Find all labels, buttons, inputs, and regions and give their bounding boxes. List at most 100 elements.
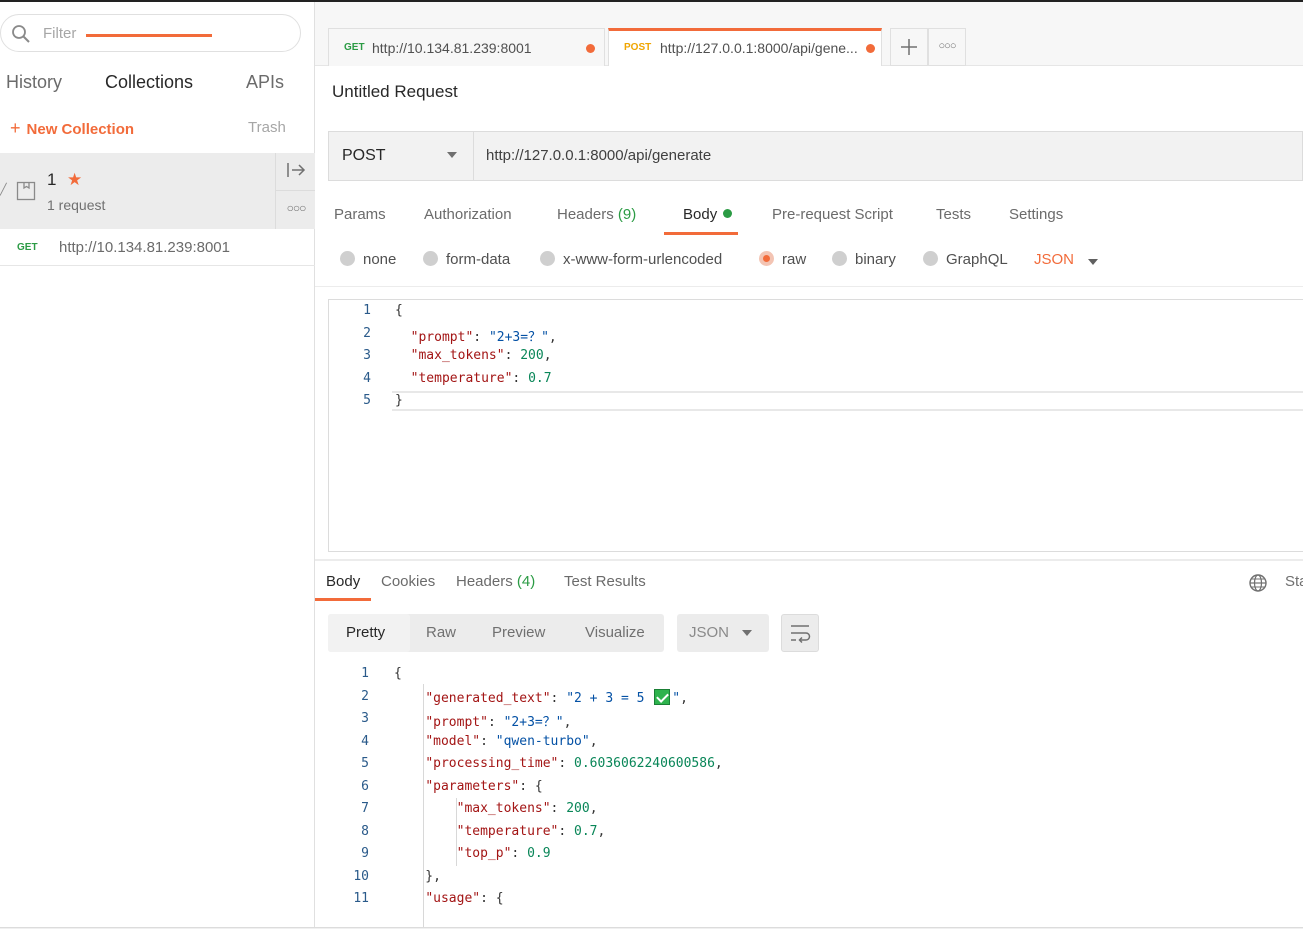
globe-icon[interactable] xyxy=(1248,573,1268,593)
body-indicator-dot-icon xyxy=(723,209,733,218)
unsaved-dot-icon xyxy=(866,44,875,53)
tab-prerequest-script[interactable]: Pre-request Script xyxy=(772,206,893,223)
request-tab-get[interactable]: GET http://10.134.81.239:8001 xyxy=(328,28,605,66)
code-token: }, xyxy=(394,868,441,884)
radio-graphql[interactable]: GraphQL xyxy=(923,251,1008,268)
tab-response-body[interactable]: Body xyxy=(326,573,360,590)
code-line: { xyxy=(395,303,403,318)
code-token: , xyxy=(680,690,688,706)
request-section-tabs: Params Authorization Headers (9) Body Pr… xyxy=(315,198,1303,238)
folder-icon xyxy=(16,181,36,201)
chevron-down-icon xyxy=(742,630,752,636)
tab-body-label: Body xyxy=(683,206,718,223)
code-token: : xyxy=(511,846,528,861)
code-line: }, xyxy=(394,869,441,884)
raw-format-select[interactable]: JSON xyxy=(1034,251,1074,268)
star-icon[interactable]: ★ xyxy=(67,170,82,190)
view-raw[interactable]: Raw xyxy=(426,624,456,641)
radio-binary[interactable]: binary xyxy=(832,251,896,268)
code-line: "parameters": { xyxy=(394,779,542,794)
tab-response-headers[interactable]: Headers (4) xyxy=(456,573,535,590)
code-token: 200 xyxy=(520,348,544,363)
headers-count: (9) xyxy=(617,206,637,223)
line-number: 9 xyxy=(361,846,369,861)
new-collection-label: New Collection xyxy=(26,121,135,138)
code-token: "generated_text" xyxy=(425,690,551,706)
radio-none[interactable]: none xyxy=(340,251,396,268)
radio-icon xyxy=(340,251,355,266)
code-token: : { xyxy=(480,891,504,906)
code-token: "processing_time" xyxy=(425,756,559,771)
request-tabs-bar: GET http://10.134.81.239:8001 POST http:… xyxy=(315,2,1303,66)
tab-response-cookies[interactable]: Cookies xyxy=(381,573,435,590)
code-token: , xyxy=(548,329,557,345)
line-number: 1 xyxy=(361,666,369,681)
response-headers-count: (4) xyxy=(516,573,536,590)
radio-label: binary xyxy=(855,251,896,268)
line-number: 4 xyxy=(363,370,371,386)
code-token: : xyxy=(504,348,521,363)
tab-headers[interactable]: Headers (9) xyxy=(557,206,636,223)
request-title[interactable]: Untitled Request xyxy=(332,82,458,102)
code-token: "2 + 3 = 5 xyxy=(566,690,653,706)
tab-body[interactable]: Body xyxy=(683,206,733,223)
tab-tests[interactable]: Tests xyxy=(936,206,971,223)
request-body-editor[interactable]: 1 {2 "prompt": "2+3=？", 3 "max_tokens": 20… xyxy=(328,299,1303,552)
line-number: 2 xyxy=(363,325,371,341)
tab-params[interactable]: Params xyxy=(334,206,386,223)
code-token: 0.7 xyxy=(528,370,552,386)
code-token: : xyxy=(480,733,496,749)
code-token: : xyxy=(550,801,567,816)
code-line: } xyxy=(395,393,403,408)
view-visualize[interactable]: Visualize xyxy=(585,624,645,641)
tab-history[interactable]: History xyxy=(6,72,62,93)
line-number: 6 xyxy=(361,778,369,794)
wrap-lines-button[interactable] xyxy=(781,614,819,652)
chevron-right-icon[interactable]: ╱ xyxy=(0,183,7,196)
tab-collections[interactable]: Collections xyxy=(105,72,193,93)
more-options-icon[interactable]: ○○○ xyxy=(276,191,316,229)
radio-icon xyxy=(540,251,555,266)
tab-apis[interactable]: APIs xyxy=(246,72,284,93)
radio-label: x-www-form-urlencoded xyxy=(563,251,723,268)
tab-authorization[interactable]: Authorization xyxy=(424,206,512,223)
url-input[interactable]: http://127.0.0.1:8000/api/generate xyxy=(486,147,711,164)
tab-response-headers-label: Headers xyxy=(456,573,513,590)
response-tabs: Body Cookies Headers (4) Test Results xyxy=(315,570,1303,602)
radio-x-www-form-urlencoded[interactable]: x-www-form-urlencoded xyxy=(540,251,722,268)
response-body-viewer[interactable]: 1 {2 "generated_text": "2 + 3 = 5 ", 3 "pr… xyxy=(315,662,1303,927)
method-select[interactable]: POST xyxy=(329,132,474,180)
response-format-select[interactable]: JSON xyxy=(677,614,769,652)
trash-button[interactable]: Trash xyxy=(248,119,286,136)
filter-input[interactable]: Filter xyxy=(0,14,301,52)
line-number: 8 xyxy=(361,823,369,839)
radio-raw[interactable]: raw xyxy=(759,251,806,268)
request-tab-post[interactable]: POST http://127.0.0.1:8000/api/gene... xyxy=(608,28,882,66)
active-tab-indicator xyxy=(664,232,738,235)
collection-actions: ○○○ xyxy=(275,153,316,229)
pane-divider[interactable] xyxy=(315,559,1303,561)
request-item[interactable]: GET http://10.134.81.239:8001 xyxy=(0,229,315,266)
view-mode-selector: Pretty Raw Preview Visualize xyxy=(328,614,664,652)
line-number: 11 xyxy=(353,891,369,906)
tab-settings[interactable]: Settings xyxy=(1009,206,1063,223)
code-line: "temperature": 0.7, xyxy=(394,824,606,839)
wrap-icon xyxy=(791,625,811,644)
collection-item[interactable]: ╱ 1 ★ 1 request ○○○ xyxy=(0,153,316,229)
radio-form-data[interactable]: form-data xyxy=(423,251,510,268)
chevron-down-icon[interactable] xyxy=(1088,259,1098,265)
view-preview[interactable]: Preview xyxy=(492,624,545,641)
tab-test-results[interactable]: Test Results xyxy=(564,573,646,590)
view-pretty[interactable]: Pretty xyxy=(346,624,385,641)
url-bar: POST http://127.0.0.1:8000/api/generate xyxy=(328,131,1303,181)
tab-options-icon[interactable]: ○○○ xyxy=(928,28,966,66)
new-tab-button[interactable] xyxy=(890,28,928,66)
code-token: "usage" xyxy=(425,891,481,906)
request-url: http://10.134.81.239:8001 xyxy=(59,239,230,256)
new-collection-button[interactable]: + New Collection xyxy=(10,118,134,139)
expand-collection-icon[interactable] xyxy=(276,153,316,191)
